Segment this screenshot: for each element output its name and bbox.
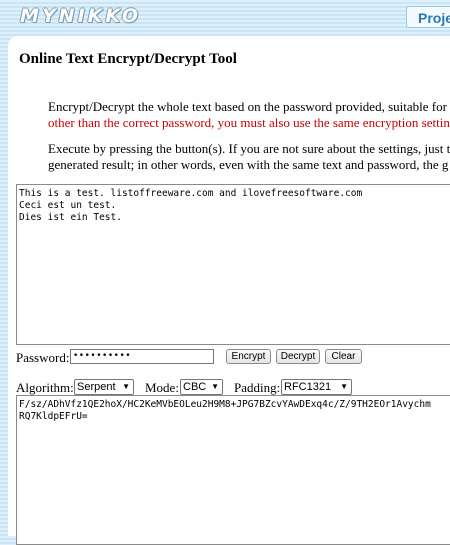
clear-button[interactable]: Clear <box>325 349 362 364</box>
padding-label: Padding: <box>234 380 281 395</box>
password-input[interactable]: •••••••••• <box>70 349 214 364</box>
main-panel: Online Text Encrypt/Decrypt Tool Encrypt… <box>8 36 450 545</box>
algorithm-select[interactable]: Serpent ▼ <box>74 379 134 395</box>
site-logo[interactable]: MYNIKKO <box>20 5 141 27</box>
page-title: Online Text Encrypt/Decrypt Tool <box>19 51 237 67</box>
padding-select[interactable]: RFC1321 ▼ <box>281 379 352 395</box>
description-line-1: Encrypt/Decrypt the whole text based on … <box>48 99 447 114</box>
instructions-line-2: generated result; in other words, even w… <box>48 157 449 172</box>
mode-label: Mode: <box>145 380 179 395</box>
encrypt-button[interactable]: Encrypt <box>226 349 271 364</box>
chevron-down-icon: ▼ <box>122 382 130 391</box>
decrypt-button[interactable]: Decrypt <box>276 349 320 364</box>
instructions-line-1: Execute by pressing the button(s). If yo… <box>48 141 450 156</box>
description-warning-line: other than the correct password, you mus… <box>48 115 450 130</box>
chevron-down-icon: ▼ <box>211 382 219 391</box>
mode-select[interactable]: CBC ▼ <box>180 379 223 395</box>
padding-select-value: RFC1321 <box>284 381 332 393</box>
output-textarea[interactable]: F/sz/ADhVfz1QE2hoX/HC2KeMVbEOLeu2H9M8+JP… <box>16 395 450 545</box>
algorithm-select-value: Serpent <box>77 381 116 393</box>
input-textarea[interactable]: This is a test. listoffreeware.com and i… <box>16 184 450 345</box>
algorithm-label: Algorithm: <box>16 380 74 395</box>
chevron-down-icon: ▼ <box>340 382 348 391</box>
nav-tab-projects[interactable]: Proje <box>406 6 450 28</box>
mode-select-value: CBC <box>183 381 207 393</box>
password-label: Password: <box>16 350 70 365</box>
